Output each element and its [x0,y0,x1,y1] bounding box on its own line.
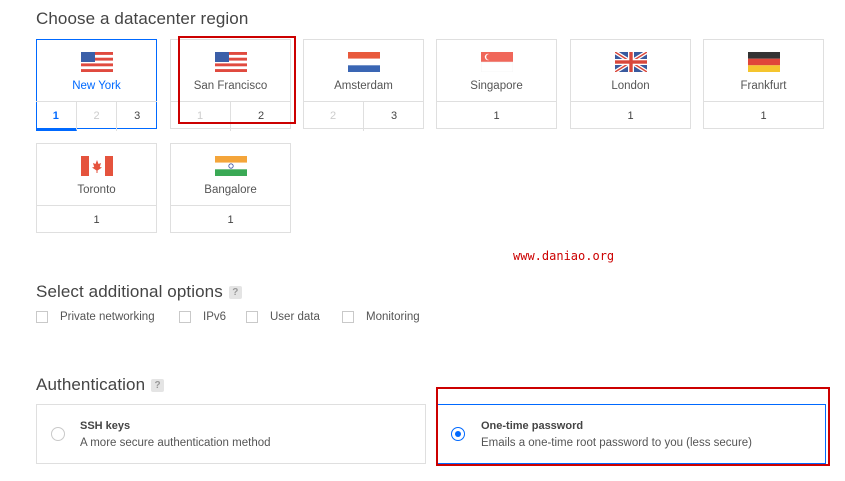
checkbox[interactable] [179,311,191,323]
region-card-bangalore[interactable]: Bangalore 1 [170,143,291,233]
checkbox[interactable] [36,311,48,323]
region-name: San Francisco [193,80,268,92]
checkbox[interactable] [342,311,354,323]
option-label: Private networking [60,311,155,323]
datacenter-section-title: Choose a datacenter region [36,9,249,28]
auth-section-title: Authentication? [36,375,165,395]
region-option-1: 1 [170,102,231,131]
region-card-amsterdam[interactable]: Amsterdam 2 3 [303,39,424,131]
option-ipv6[interactable]: IPv6 [179,311,226,323]
india-flag-icon [215,156,247,176]
option-monitoring[interactable]: Monitoring [342,311,420,323]
region-option-1[interactable]: 1 [170,206,291,235]
region-name: Amsterdam [334,80,393,92]
option-label: IPv6 [203,311,227,323]
auth-option-ssh-keys[interactable]: SSH keys A more secure authentication me… [36,404,426,464]
us-flag-icon [215,52,247,72]
auth-option-description: Emails a one-time root password to you (… [481,437,752,449]
options-section-title: Select additional options? [36,282,242,302]
region-card-san-francisco[interactable]: San Francisco 1 2 [170,39,291,131]
checkbox[interactable] [246,311,258,323]
auth-option-description: A more secure authentication method [80,437,271,449]
option-user-data[interactable]: User data [246,311,320,323]
region-option-2: 2 [77,102,118,131]
region-option-2[interactable]: 2 [231,102,291,131]
radio-button[interactable] [51,427,65,441]
region-card-toronto[interactable]: Toronto 1 [36,143,157,233]
region-name: New York [72,80,121,92]
germany-flag-icon [748,52,780,72]
netherlands-flag-icon [348,52,380,72]
auth-option-title: SSH keys [80,420,131,432]
region-card-singapore[interactable]: Singapore 1 [436,39,557,129]
option-private-networking[interactable]: Private networking [36,311,155,323]
region-option-1[interactable]: 1 [436,102,557,131]
region-card-frankfurt[interactable]: Frankfurt 1 [703,39,824,129]
auth-option-one-time-password[interactable]: One-time password Emails a one-time root… [437,404,826,464]
uk-flag-icon [615,52,647,72]
region-option-1[interactable]: 1 [36,102,77,131]
radio-button[interactable] [451,427,465,441]
region-card-london[interactable]: London 1 [570,39,691,129]
region-name: Toronto [77,184,116,196]
auth-title-text: Authentication [36,375,146,394]
help-icon[interactable]: ? [151,379,165,392]
region-name: London [611,80,650,92]
region-option-1[interactable]: 1 [36,206,157,235]
region-name: Bangalore [204,184,257,196]
canada-flag-icon [81,156,113,176]
help-icon[interactable]: ? [228,286,242,299]
region-name: Frankfurt [740,80,787,92]
region-option-3[interactable]: 3 [117,102,157,131]
region-option-1[interactable]: 1 [703,102,824,131]
options-title-text: Select additional options [36,282,223,301]
singapore-flag-icon [481,52,513,72]
option-label: User data [270,311,320,323]
region-option-3[interactable]: 3 [364,102,424,131]
us-flag-icon [81,52,113,72]
region-name: Singapore [470,80,523,92]
region-card-new-york[interactable]: New York 1 2 3 [36,39,157,131]
option-label: Monitoring [366,311,420,323]
auth-option-title: One-time password [481,420,584,432]
region-option-2: 2 [303,102,364,131]
watermark-text: www.daniao.org [513,249,615,263]
region-option-1[interactable]: 1 [570,102,691,131]
